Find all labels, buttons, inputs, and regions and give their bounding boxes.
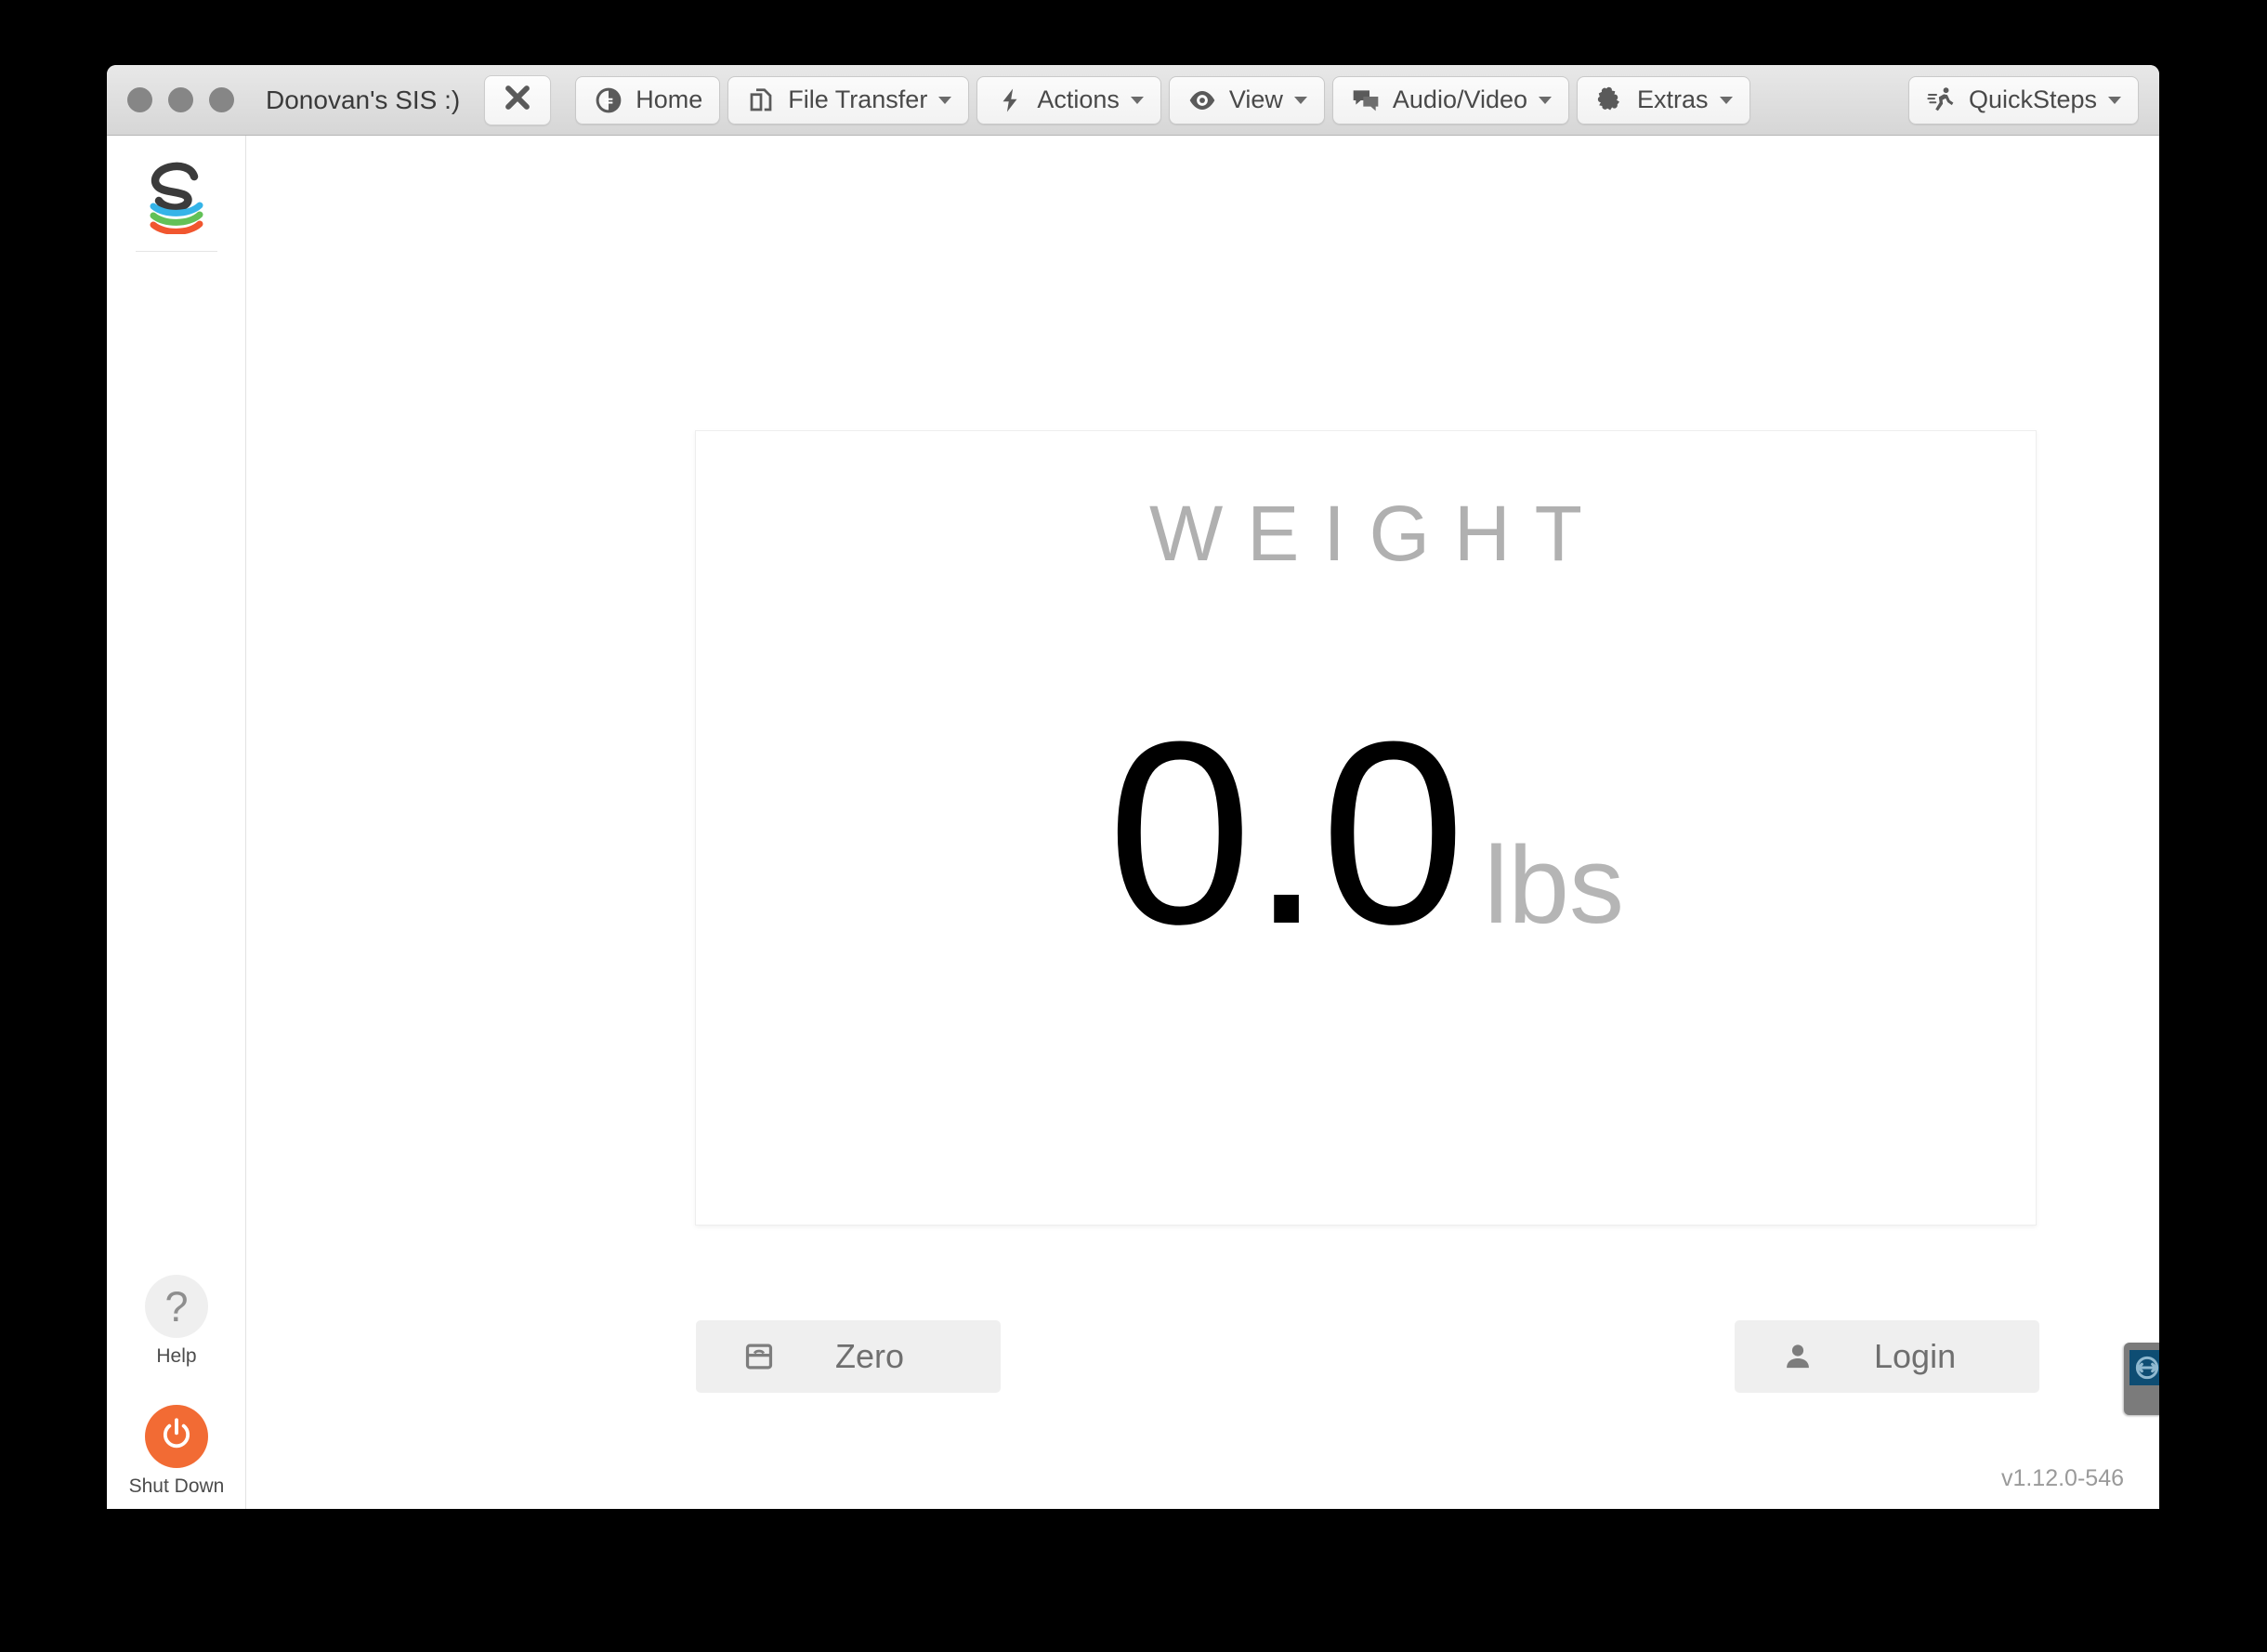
quicksteps-button[interactable]: QuickSteps [1907, 75, 2139, 125]
window-title: Donovan's SIS :) [266, 85, 461, 114]
sidebar-item-label: Shut Down [128, 1475, 225, 1497]
version-label: v1.12.0-546 [2000, 1465, 2124, 1491]
toolbar-item-label: Extras [1637, 85, 1709, 113]
toolbar: Home File Transfer Actions View Audio/Vi… [575, 75, 1750, 125]
person-icon [1779, 1338, 1816, 1375]
toolbar-item-file-transfer[interactable]: File Transfer [727, 75, 970, 125]
login-button-label: Login [1874, 1337, 1957, 1375]
sidebar-divider [135, 251, 217, 252]
panel-title: WEIGHT [1149, 490, 1606, 577]
toolbar-item-label: View [1228, 85, 1283, 113]
help-circle: ? [145, 1275, 208, 1338]
puzzle-piece-icon [1594, 85, 1626, 116]
quicksteps-label: QuickSteps [1968, 85, 2097, 113]
weight-readout: 0.0 lbs [696, 688, 2036, 978]
shutdown-circle [145, 1405, 208, 1468]
home-pie-icon [593, 85, 624, 116]
lightning-bolt-icon [994, 85, 1026, 116]
login-button[interactable]: Login [1735, 1320, 2039, 1393]
toolbar-item-label: Audio/Video [1392, 85, 1528, 113]
remote-control-badge[interactable] [2124, 1343, 2159, 1415]
zero-button-label: Zero [835, 1337, 905, 1375]
weight-unit: lbs [1484, 824, 1625, 947]
toolbar-item-view[interactable]: View [1168, 75, 1325, 125]
main-content: WEIGHT 0.0 lbs Zero Login v1.12.0-546 [246, 136, 2159, 1509]
chevron-down-icon [1719, 96, 1733, 104]
copy-documents-icon [745, 85, 777, 116]
toolbar-item-home[interactable]: Home [575, 75, 721, 125]
power-icon [158, 1416, 195, 1458]
sidebar-item-label: Help [156, 1345, 197, 1367]
sidebar-item-help[interactable]: ? Help [107, 1275, 246, 1368]
teamviewer-arrows-icon [2129, 1350, 2159, 1385]
window-body: ? Help Shut Down WEIGHT 0.0 lbs Zero Log… [107, 136, 2159, 1509]
chevron-down-icon [938, 96, 952, 104]
application-window: Donovan's SIS :) Home File Transfer Acti… [107, 65, 2159, 1509]
toolbar-item-extras[interactable]: Extras [1577, 75, 1750, 125]
running-person-icon [1926, 85, 1958, 116]
scale-icon [740, 1338, 778, 1375]
question-mark-icon: ? [164, 1282, 189, 1331]
zoom-window-dot[interactable] [209, 87, 234, 112]
zero-button[interactable]: Zero [696, 1320, 1001, 1393]
eye-icon [1186, 85, 1218, 116]
toolbar-item-audio-video[interactable]: Audio/Video [1331, 75, 1570, 125]
toolbar-item-label: File Transfer [788, 85, 928, 113]
chevron-down-icon [2108, 96, 2121, 104]
close-window-dot[interactable] [127, 87, 152, 112]
sidebar: ? Help Shut Down [107, 136, 246, 1509]
sidebar-item-shut-down[interactable]: Shut Down [107, 1405, 246, 1498]
toolbar-item-label: Actions [1037, 85, 1120, 113]
title-bar: Donovan's SIS :) Home File Transfer Acti… [107, 65, 2159, 136]
toolbar-item-actions[interactable]: Actions [976, 75, 1161, 125]
weight-panel: WEIGHT 0.0 lbs [695, 430, 2037, 1226]
sis-s-logo [140, 160, 213, 235]
quicksteps-container: QuickSteps [1907, 75, 2139, 125]
chevron-down-icon [1130, 96, 1144, 104]
close-session-button[interactable] [484, 74, 552, 125]
toolbar-item-label: Home [636, 85, 703, 113]
minimize-window-dot[interactable] [168, 87, 193, 112]
traffic-lights [127, 87, 234, 112]
speech-bubbles-icon [1350, 85, 1382, 116]
close-x-icon [502, 82, 533, 118]
chevron-down-icon [1539, 96, 1553, 104]
weight-value: 0.0 [1107, 688, 1465, 978]
chevron-down-icon [1293, 96, 1307, 104]
